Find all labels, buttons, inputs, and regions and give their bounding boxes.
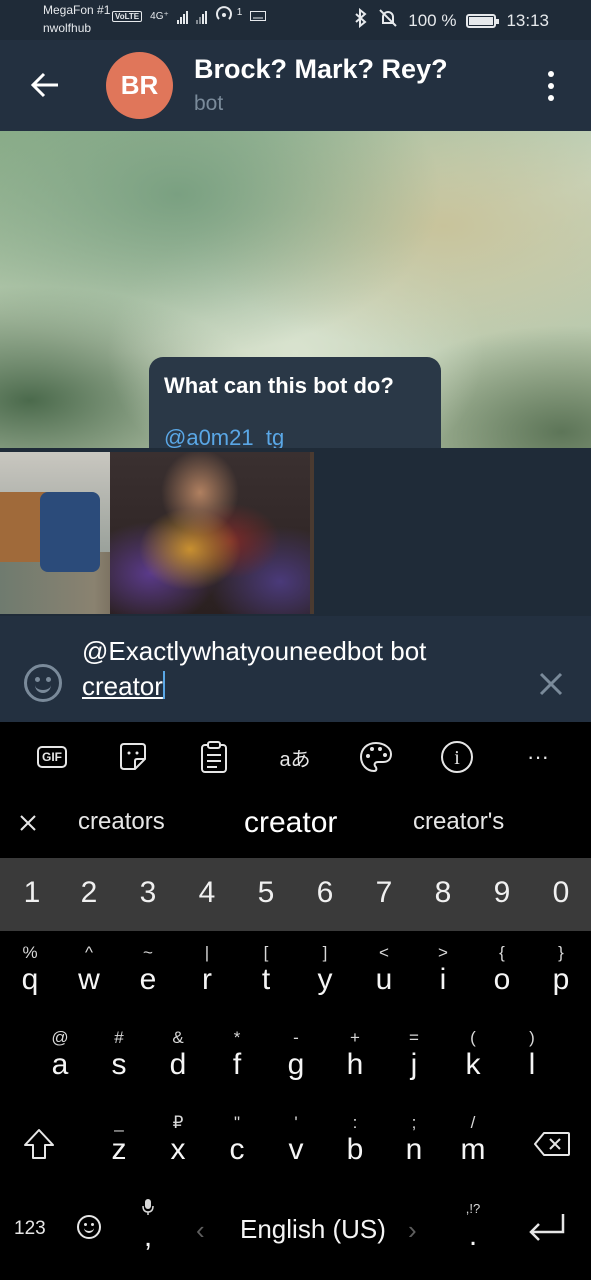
chat-header: BR Brock? Mark? Rey? bot: [0, 40, 591, 131]
key-0[interactable]: 0: [541, 876, 581, 910]
mic-icon: [123, 1199, 173, 1220]
enter-icon[interactable]: [527, 1212, 567, 1242]
key-comma[interactable]: ,: [123, 1199, 173, 1254]
suggestion-bar: creators creator creator's: [0, 792, 591, 858]
chat-title[interactable]: Brock? Mark? Rey?: [194, 54, 448, 85]
key-y[interactable]: ] y: [300, 943, 350, 997]
number-row: 1 2 3 4 5 6 7 8 9 0: [0, 858, 591, 931]
mute-icon: [378, 8, 398, 33]
space-bar[interactable]: English (US): [240, 1214, 386, 1245]
key-1[interactable]: 1: [12, 876, 52, 910]
close-suggestions-icon[interactable]: [18, 813, 38, 833]
chat-subtitle: bot: [194, 92, 224, 115]
suggestion-item-primary[interactable]: creator: [244, 806, 337, 840]
battery-icon: [466, 13, 500, 28]
backspace-icon[interactable]: [533, 1131, 571, 1157]
close-icon[interactable]: [536, 669, 566, 699]
carrier-secondary: nwolfhub: [43, 21, 92, 35]
clock: 13:13: [506, 10, 549, 30]
chevron-left-icon: ‹: [196, 1215, 205, 1245]
signal2-icon: [195, 10, 207, 24]
key-l[interactable]: ) l: [507, 1028, 557, 1082]
key-h[interactable]: + h: [330, 1028, 380, 1082]
key-w[interactable]: ^ w: [64, 943, 114, 997]
shift-icon[interactable]: [22, 1127, 56, 1161]
bubble-title: What can this bot do?: [164, 373, 394, 398]
key-z[interactable]: _ z: [94, 1113, 144, 1167]
avatar[interactable]: BR: [106, 52, 173, 119]
emoji-icon[interactable]: [24, 664, 62, 702]
key-q[interactable]: % q: [5, 943, 55, 997]
key-7[interactable]: 7: [364, 876, 404, 910]
key-f[interactable]: * f: [212, 1028, 262, 1082]
message-input[interactable]: @Exactlywhatyouneedbot bot creator: [82, 634, 512, 704]
sticker-icon[interactable]: [113, 738, 153, 776]
input-line-1: @Exactlywhatyouneedbot bot: [82, 636, 427, 666]
hotspot-icon: [215, 6, 237, 27]
chat-background: What can this bot do? @a0m21_tg: [0, 131, 591, 448]
message-input-bar: @Exactlywhatyouneedbot bot creator: [0, 616, 591, 722]
key-n[interactable]: ; n: [389, 1113, 439, 1167]
text-caret: [162, 671, 165, 699]
key-k[interactable]: (k: [448, 1028, 498, 1082]
key-5[interactable]: 5: [246, 876, 286, 910]
clipboard-icon[interactable]: [194, 738, 234, 776]
key-g[interactable]: -g: [271, 1028, 321, 1082]
key-9[interactable]: 9: [482, 876, 522, 910]
theme-icon[interactable]: [356, 738, 396, 776]
battery-percent: 100 %: [408, 10, 457, 30]
key-8[interactable]: 8: [423, 876, 463, 910]
suggestion-item[interactable]: creators: [78, 808, 165, 836]
key-d[interactable]: & d: [153, 1028, 203, 1082]
key-2[interactable]: 2: [69, 876, 109, 910]
key-c[interactable]: " c: [212, 1113, 262, 1167]
keyboard-emoji-icon[interactable]: [77, 1215, 101, 1239]
key-j[interactable]: = j: [389, 1028, 439, 1082]
key-3[interactable]: 3: [128, 876, 168, 910]
info-icon[interactable]: i: [437, 738, 477, 776]
key-e[interactable]: ~ e: [123, 943, 173, 997]
status-bar: MegaFon #1 nwolfhub VoLTE 4G⁺ 1 100 % 13…: [0, 0, 591, 40]
input-line-2: creator: [82, 671, 163, 701]
key-6[interactable]: 6: [305, 876, 345, 910]
bot-info-bubble: What can this bot do? @a0m21_tg: [149, 357, 441, 448]
keyboard-status-icon: [250, 8, 267, 26]
back-arrow-icon[interactable]: [26, 65, 66, 105]
keyboard-toolbar: GIF aあ i ···: [0, 722, 591, 792]
numbers-switch-key[interactable]: 123: [14, 1218, 46, 1240]
key-a[interactable]: @ a: [35, 1028, 85, 1082]
carrier-name: MegaFon #1: [43, 3, 111, 17]
bluetooth-icon: [354, 7, 368, 33]
key-m[interactable]: / m: [448, 1113, 498, 1167]
inline-result-photo[interactable]: [0, 452, 314, 614]
volte-icon: VoLTE: [112, 11, 143, 22]
hotspot-count: 1: [236, 7, 243, 18]
key-period[interactable]: ,!?.: [448, 1199, 498, 1253]
gif-icon[interactable]: GIF: [32, 738, 72, 776]
key-b[interactable]: :b: [330, 1113, 380, 1167]
network-type: 4G⁺: [150, 11, 169, 22]
more-vert-icon[interactable]: [538, 68, 564, 104]
chevron-right-icon: ›: [408, 1215, 417, 1245]
key-r[interactable]: | r: [182, 943, 232, 997]
key-s[interactable]: # s: [94, 1028, 144, 1082]
bubble-link[interactable]: @a0m21_tg: [164, 425, 426, 448]
key-u[interactable]: < u: [359, 943, 409, 997]
signal-icon: [176, 10, 188, 24]
key-x[interactable]: ₽ x: [153, 1113, 203, 1167]
keyboard-keys: % q ^ w ~ e | r [t ] y < u > i {o } p @ a # s & d *…: [0, 931, 591, 1280]
key-p[interactable]: } p: [536, 943, 586, 997]
key-o[interactable]: {o: [477, 943, 527, 997]
inline-results-panel: [0, 448, 591, 616]
translate-icon[interactable]: aあ: [275, 738, 315, 776]
key-t[interactable]: [t: [241, 943, 291, 997]
key-i[interactable]: > i: [418, 943, 468, 997]
suggestion-item[interactable]: creator's: [413, 808, 504, 836]
status-right: 100 % 13:13: [354, 7, 549, 33]
network-indicators: VoLTE 4G⁺ 1: [112, 6, 267, 27]
key-v[interactable]: ' v: [271, 1113, 321, 1167]
more-icon[interactable]: ···: [518, 738, 558, 776]
svg-text:i: i: [454, 747, 460, 769]
key-4[interactable]: 4: [187, 876, 227, 910]
